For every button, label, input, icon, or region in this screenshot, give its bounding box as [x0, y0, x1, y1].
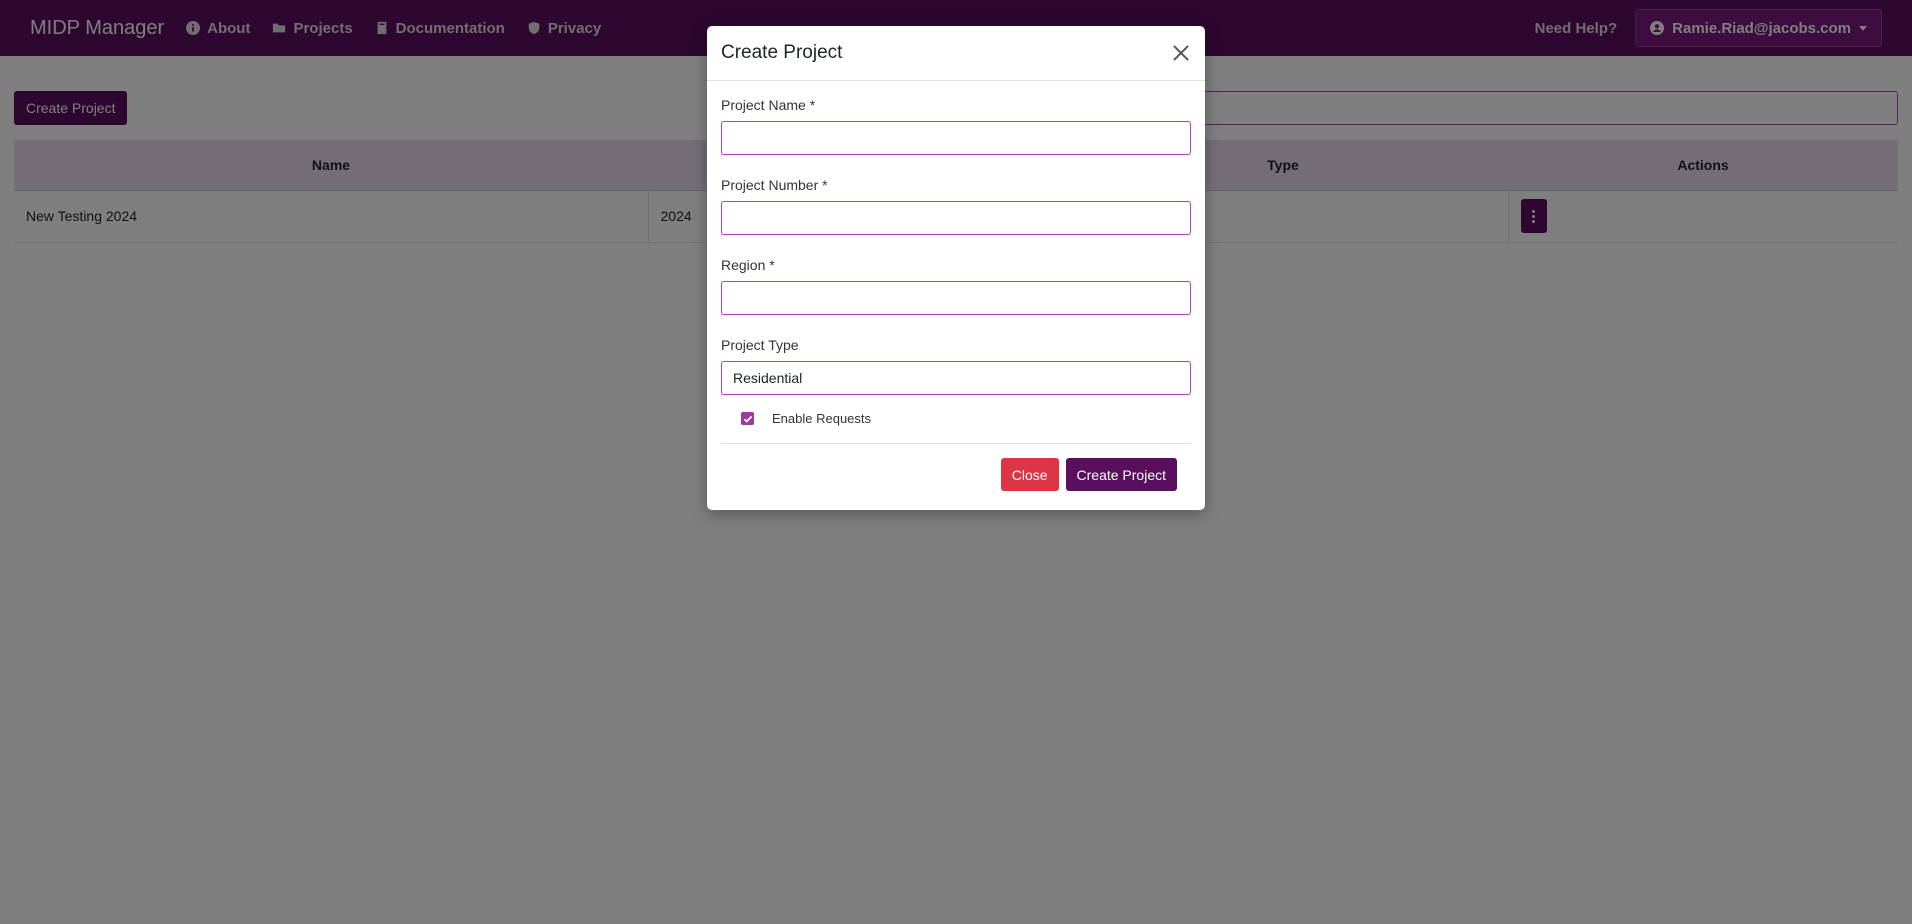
- project-number-input[interactable]: [721, 201, 1191, 235]
- project-name-input[interactable]: [721, 121, 1191, 155]
- region-input[interactable]: [721, 281, 1191, 315]
- project-name-label: Project Name *: [721, 97, 816, 113]
- footer-divider: [721, 443, 1191, 444]
- region-label: Region *: [721, 257, 775, 273]
- create-project-submit-button[interactable]: Create Project: [1065, 458, 1177, 491]
- modal-footer: Close Create Project: [721, 458, 1191, 491]
- enable-requests-row: Enable Requests: [741, 411, 1191, 426]
- create-project-modal: Create Project Project Name * Project Nu…: [707, 26, 1205, 510]
- close-button[interactable]: Close: [1000, 458, 1059, 491]
- modal-title: Create Project: [721, 42, 843, 63]
- enable-requests-checkbox[interactable]: [741, 412, 754, 425]
- check-icon: [743, 415, 752, 423]
- project-type-label: Project Type: [721, 337, 799, 353]
- modal-body: Project Name * Project Number * Region *…: [707, 81, 1205, 491]
- close-icon[interactable]: [1171, 43, 1191, 63]
- project-number-label: Project Number *: [721, 177, 828, 193]
- project-type-select[interactable]: Residential: [721, 361, 1191, 395]
- enable-requests-label: Enable Requests: [772, 411, 872, 426]
- modal-header: Create Project: [707, 26, 1205, 81]
